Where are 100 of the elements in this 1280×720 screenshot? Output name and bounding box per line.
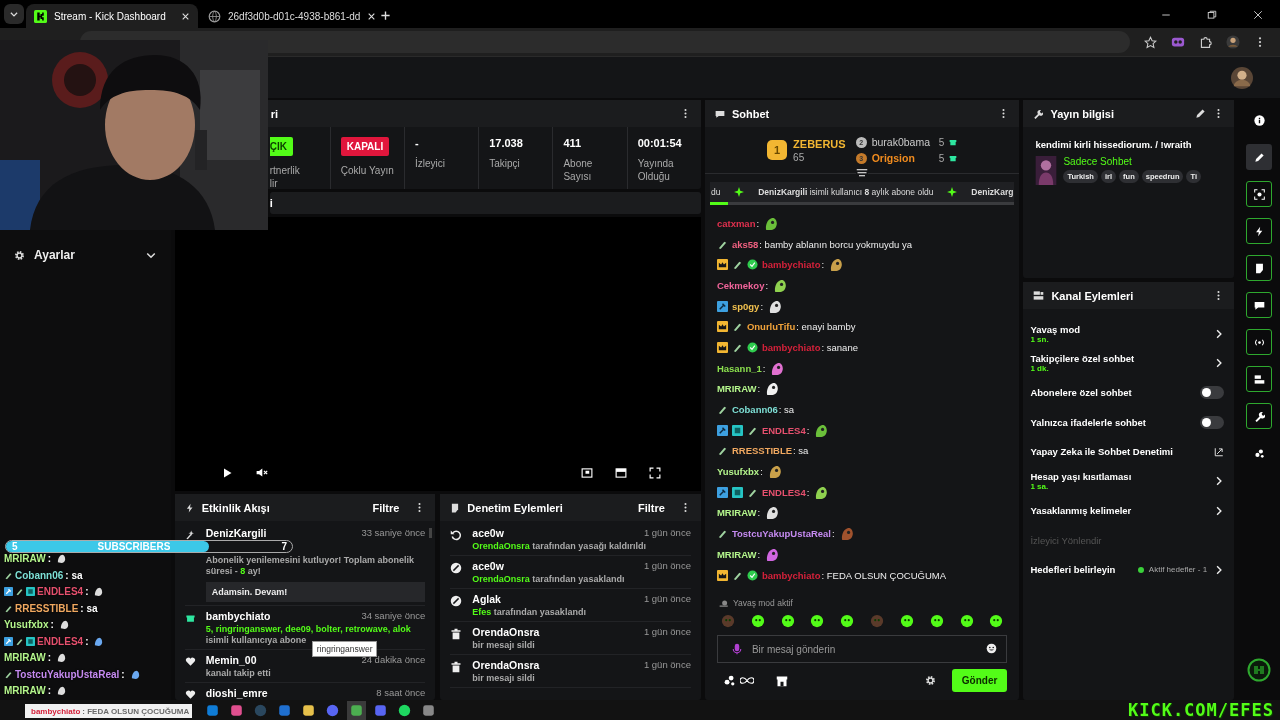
close-icon[interactable]: [181, 11, 190, 21]
goal-target: 7: [281, 541, 287, 552]
emote-icon[interactable]: [929, 614, 944, 628]
scroll-thumb[interactable]: [429, 528, 433, 538]
gift-icon: [949, 154, 958, 162]
bolt-button[interactable]: [1246, 218, 1273, 244]
mute-icon[interactable]: [254, 466, 268, 479]
message-input[interactable]: Bir mesaj gönderin: [716, 635, 1008, 663]
gift-count: 65: [793, 151, 806, 163]
note-icon: [1253, 262, 1265, 274]
action-label[interactable]: Hesap yaşı kısıtlaması: [1030, 471, 1210, 483]
emote-icon[interactable]: [780, 614, 795, 628]
chat-message: : sa: [80, 602, 98, 614]
action-label[interactable]: Abonelere özel sohbet: [1030, 387, 1196, 399]
action-label[interactable]: Hedefleri belirleyin: [1030, 564, 1133, 576]
stat-value: 411: [563, 137, 583, 149]
gift-icon: [184, 612, 196, 623]
card-button[interactable]: [1246, 366, 1273, 392]
external-link-icon[interactable]: [1214, 446, 1225, 457]
avatar[interactable]: [1231, 66, 1253, 89]
taskbar-app-icon[interactable]: [230, 703, 243, 717]
chat-message: :: [832, 528, 835, 540]
panel-title: ri: [270, 107, 279, 120]
chat-button[interactable]: [1246, 292, 1273, 318]
browser-tab[interactable]: 26df3d0b-d01c-4938-b861-dd: [200, 4, 372, 28]
username: Memin_00: [205, 654, 257, 666]
microphone-icon[interactable]: [730, 643, 743, 655]
dots-icon[interactable]: [722, 674, 736, 687]
taskbar-app-icon[interactable]: [422, 703, 435, 717]
channel-watermark: KICK.COM/EFES: [1127, 700, 1274, 720]
stat-value: 17.038: [489, 137, 524, 149]
username: bambychiato: [31, 706, 81, 716]
puzzle-icon[interactable]: [1199, 35, 1212, 49]
chat-message: :: [806, 486, 810, 498]
sword-icon: [716, 528, 728, 540]
emoji-icon[interactable]: [986, 643, 998, 654]
star-icon[interactable]: [1144, 35, 1157, 49]
restore-icon[interactable]: [1207, 10, 1217, 20]
emote-icon[interactable]: [840, 614, 855, 628]
hammer-icon: [716, 300, 728, 312]
action-label[interactable]: Yasaklanmış kelimeler: [1030, 505, 1210, 517]
settings-icon[interactable]: [924, 675, 936, 686]
emote-icon[interactable]: [750, 614, 765, 628]
note-button[interactable]: [1246, 255, 1273, 281]
username: Cobann06: [731, 404, 778, 416]
emote-icon[interactable]: [810, 614, 825, 628]
toggle-switch[interactable]: [1200, 415, 1225, 429]
collapsed-panel[interactable]: i: [269, 192, 701, 214]
taskbar-app-icon[interactable]: [302, 703, 315, 717]
stat-label: Çoklu Yayın: [340, 164, 394, 177]
status-badge: KAPALI: [340, 137, 390, 156]
extension-icon[interactable]: [1171, 35, 1185, 49]
edit-button[interactable]: [1246, 144, 1273, 170]
chat-message: : sanane: [821, 341, 858, 353]
sword-icon: [731, 259, 743, 271]
browser-tab[interactable]: Stream - Kick Dashboard: [26, 4, 198, 28]
tab-title: 26df3d0b-d01c-4938-b861-dd: [228, 10, 361, 22]
settings-menu-item[interactable]: Ayarlar: [0, 244, 171, 266]
action-label[interactable]: Takipçilere özel sohbet: [1030, 353, 1210, 365]
emote-icon[interactable]: [959, 614, 974, 628]
goal-label: SUBSCRIBERS: [97, 541, 172, 552]
chevron-down-icon: [9, 9, 19, 19]
username: MRIRAW: [4, 553, 46, 565]
slow-mode-label: Yavaş mod aktif: [732, 598, 793, 608]
filter-button[interactable]: Filtre: [372, 501, 400, 514]
action-label[interactable]: Yalnızca ifadelerle sohbet: [1030, 416, 1196, 428]
timestamp: 1 gün önce: [643, 527, 691, 539]
username: Yusufxbx: [4, 619, 49, 631]
stat-value: 00:01:54: [637, 137, 683, 149]
taskbar-app-icon[interactable]: [398, 703, 411, 717]
panel-title: Denetim Eylemleri: [467, 501, 563, 514]
timestamp: 1 gün önce: [643, 560, 691, 572]
wrench-button[interactable]: [1246, 403, 1273, 429]
infinity-icon[interactable]: [739, 676, 754, 685]
focus-button[interactable]: [1246, 181, 1273, 207]
broadcast-button[interactable]: [1246, 329, 1273, 355]
tab-list-button[interactable]: [4, 4, 24, 24]
store-icon[interactable]: [775, 674, 788, 687]
fullscreen-icon[interactable]: [648, 466, 661, 479]
picture-in-picture-icon[interactable]: [580, 466, 593, 479]
close-icon[interactable]: [1253, 10, 1263, 20]
send-button[interactable]: Gönder: [951, 669, 1008, 692]
taskbar-app-icon[interactable]: [206, 703, 219, 717]
theater-mode-icon[interactable]: [614, 466, 627, 479]
username: RRESSTIBLE: [731, 445, 793, 457]
pencil-icon[interactable]: [1195, 108, 1207, 119]
emote-icon[interactable]: [899, 614, 914, 628]
bolt-icon: [184, 502, 195, 513]
action-label[interactable]: Yapay Zeka ile Sohbet Denetimi: [1030, 446, 1210, 458]
toggle-switch[interactable]: [1200, 386, 1225, 400]
username: bambychiato: [205, 610, 271, 622]
crown-icon: [716, 259, 728, 271]
chat-message: : bamby ablanın borcu yokmuydu ya: [759, 238, 912, 250]
emote-icon[interactable]: [989, 614, 1004, 628]
close-icon[interactable]: [367, 11, 377, 21]
category-link[interactable]: Sadece Sohbet: [1063, 156, 1201, 167]
filter-button[interactable]: Filtre: [638, 501, 665, 514]
action-label[interactable]: Yavaş mod: [1030, 323, 1210, 335]
profile-icon[interactable]: [1226, 35, 1240, 49]
new-tab-icon[interactable]: [380, 10, 391, 21]
